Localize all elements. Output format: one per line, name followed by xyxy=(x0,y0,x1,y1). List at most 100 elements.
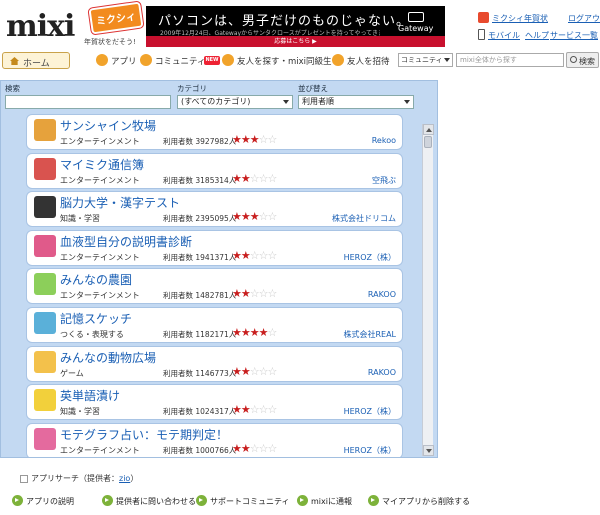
app-row[interactable]: 血液型自分の説明書診断 エンターテインメント 利用者数 1941371人 HEROZ（… xyxy=(26,229,403,266)
app-category: ゲーム xyxy=(60,368,84,378)
nav-item-find-friends[interactable]: NEW 友人を探す・mixi同級生 xyxy=(204,54,332,68)
app-row[interactable]: モテグラフ占い：モテ期判定！ エンターテインメント 利用者数 1000766人 HER… xyxy=(26,422,403,457)
app-name-link[interactable]: みんなの農園 xyxy=(60,271,132,288)
nav-item-community[interactable]: コミュニティ xyxy=(140,54,206,68)
ad-banner[interactable]: パソコンは、男子だけのものじゃない。 2009年12月24日、Gatewayから… xyxy=(146,6,445,47)
app-row[interactable]: マイミク通信簿 エンターテインメント 利用者数 3185314人 空飛ぶ ★★☆☆☆ xyxy=(26,152,403,189)
star-empty-icon: ☆ xyxy=(258,171,269,185)
star-filled-icon: ★ xyxy=(232,210,242,224)
mixi-logo[interactable]: mixi ミクシィ 年賀状をだそう! xyxy=(4,1,144,49)
global-nav: ホーム アプリ コミュニティ NEW 友人を探す・mixi同級生 友人を招待 コ… xyxy=(0,52,600,69)
help-link[interactable]: ヘルプ xyxy=(525,30,549,41)
category-select[interactable]: (すべてのカテゴリ) xyxy=(177,95,293,109)
chevron-down-icon xyxy=(283,100,289,104)
logo-badge: ミクシィ xyxy=(88,1,144,35)
app-thumbnail[interactable] xyxy=(34,157,56,180)
app-provider-link[interactable]: HEROZ（株） xyxy=(344,445,396,456)
app-thumbnail[interactable] xyxy=(34,427,56,450)
app-thumbnail[interactable] xyxy=(34,389,56,412)
nengajo-link[interactable]: ミクシィ年賀状 xyxy=(492,13,548,24)
app-provider-link[interactable]: 株式会社ドリコム xyxy=(332,213,396,224)
app-provider-link[interactable]: RAKOO xyxy=(368,368,396,377)
app-provider-link[interactable]: 株式会社REAL xyxy=(343,329,396,340)
arrow-right-icon xyxy=(368,495,379,506)
app-name-link[interactable]: 英単語漬け xyxy=(60,387,120,404)
app-name-link[interactable]: 記憶スケッチ xyxy=(60,310,132,327)
star-filled-icon: ★ xyxy=(258,326,269,339)
app-thumbnail[interactable] xyxy=(34,273,56,296)
footer-link-label: マイアプリから削除する xyxy=(382,497,470,506)
app-thumbnail[interactable] xyxy=(34,234,56,257)
nav-app-label: アプリ xyxy=(111,57,137,67)
logout-link[interactable]: ログアウト xyxy=(568,13,600,24)
global-search-input[interactable]: mixi全体から探す xyxy=(456,53,564,67)
app-category: エンターテインメント xyxy=(60,137,140,146)
logo-wordmark: mixi xyxy=(6,9,75,44)
app-name-link[interactable]: マイミク通信簿 xyxy=(60,156,144,173)
app-row[interactable]: 脳力大学・漢字テスト 知識・学習 利用者数 2395095人 株式会社ドリコム ★★★☆… xyxy=(26,191,403,228)
app-thumbnail[interactable] xyxy=(34,119,56,141)
home-label: ホーム xyxy=(23,59,50,69)
gift-icon xyxy=(478,12,489,23)
arrow-right-icon xyxy=(12,495,23,506)
scroll-up-icon[interactable] xyxy=(423,124,434,135)
app-user-count: 利用者数 1482781人 xyxy=(163,291,237,301)
app-row[interactable]: サンシャイン牧場 エンターテインメント 利用者数 3927982人 Rekoo ★★★☆… xyxy=(26,114,403,150)
app-footer: アプリサーチ（提供者：zio） アプリの説明 提供者に問い合わせる サポートコミ… xyxy=(0,463,600,515)
sort-select[interactable]: 利用者順 xyxy=(298,95,414,109)
app-user-count: 利用者数 2395095人 xyxy=(163,214,237,224)
app-name-link[interactable]: モテグラフ占い：モテ期判定！ xyxy=(60,426,228,443)
app-name-link[interactable]: 血液型自分の説明書診断 xyxy=(60,233,192,250)
header-links-top: ミクシィ年賀状 ログアウト xyxy=(478,12,600,26)
star-filled-icon: ★ xyxy=(232,441,242,455)
app-provider-link[interactable]: HEROZ（株） xyxy=(344,406,396,417)
app-row[interactable]: 記憶スケッチ つくる・表現する 利用者数 1182171人 株式会社REAL ★★★★☆ xyxy=(26,307,403,343)
nav-item-app[interactable]: アプリ xyxy=(96,54,140,68)
nav-item-invite[interactable]: 友人を招待 xyxy=(332,54,392,68)
search-category-select[interactable]: コミュニティ xyxy=(398,53,453,67)
search-button[interactable]: 検索 xyxy=(566,52,599,68)
arrow-right-icon xyxy=(102,495,113,506)
nav-community-label: コミュニティ xyxy=(155,57,206,67)
star-filled-icon: ★ xyxy=(232,364,242,378)
rating-stars: ★★☆☆☆ xyxy=(232,171,277,185)
star-filled-icon: ★ xyxy=(249,133,260,146)
provider-link[interactable]: zio xyxy=(119,474,130,483)
app-row[interactable]: 英単語漬け 知識・学習 利用者数 1024317人 HEROZ（株） ★★☆☆☆ xyxy=(26,384,403,421)
app-provider-link[interactable]: Rekoo xyxy=(372,136,396,145)
app-name-link[interactable]: サンシャイン牧場 xyxy=(60,117,156,134)
app-category: 知識・学習 xyxy=(60,407,100,417)
search-category-value: コミュニティ xyxy=(401,56,443,64)
scroll-thumb[interactable] xyxy=(424,136,432,148)
footer-title-suffix: ） xyxy=(130,474,139,483)
keyword-label: 検索 xyxy=(5,84,20,93)
app-provider-link[interactable]: HEROZ（株） xyxy=(344,252,396,263)
app-thumbnail[interactable] xyxy=(34,312,56,334)
app-name-link[interactable]: 脳力大学・漢字テスト xyxy=(60,194,180,211)
app-thumbnail[interactable] xyxy=(34,196,56,219)
app-row[interactable]: みんなの農園 エンターテインメント 利用者数 1482781人 RAKOO ★★☆☆☆ xyxy=(26,268,403,305)
app-list-scrollbar[interactable] xyxy=(422,124,434,456)
home-button[interactable]: ホーム xyxy=(2,52,70,69)
keyword-input[interactable] xyxy=(5,95,171,109)
app-user-count: 利用者数 3185314人 xyxy=(163,175,237,185)
star-filled-icon: ★ xyxy=(240,171,251,185)
app-category: エンターテインメント xyxy=(60,445,140,455)
star-empty-icon: ☆ xyxy=(258,441,269,455)
app-provider-link[interactable]: 空飛ぶ xyxy=(372,175,396,186)
app-user-count: 利用者数 1000766人 xyxy=(163,445,237,455)
service-list-link[interactable]: サービス一覧 xyxy=(550,30,598,41)
app-name-link[interactable]: みんなの動物広場 xyxy=(60,349,156,366)
banner-cta[interactable]: 応募はこちら ▶ xyxy=(146,36,445,47)
search-icon xyxy=(570,56,577,63)
app-row[interactable]: みんなの動物広場 ゲーム 利用者数 1146773人 RAKOO ★★☆☆☆ xyxy=(26,345,403,382)
find-friends-icon xyxy=(222,54,234,66)
app-thumbnail[interactable] xyxy=(34,350,56,373)
app-provider-link[interactable]: RAKOO xyxy=(368,290,396,299)
star-empty-icon: ☆ xyxy=(249,403,260,417)
chevron-down-icon xyxy=(444,58,450,62)
mobile-link[interactable]: モバイル xyxy=(488,30,520,41)
banner-brand: Gateway xyxy=(398,24,434,33)
star-filled-icon: ★ xyxy=(240,364,251,378)
scroll-down-icon[interactable] xyxy=(423,445,434,456)
